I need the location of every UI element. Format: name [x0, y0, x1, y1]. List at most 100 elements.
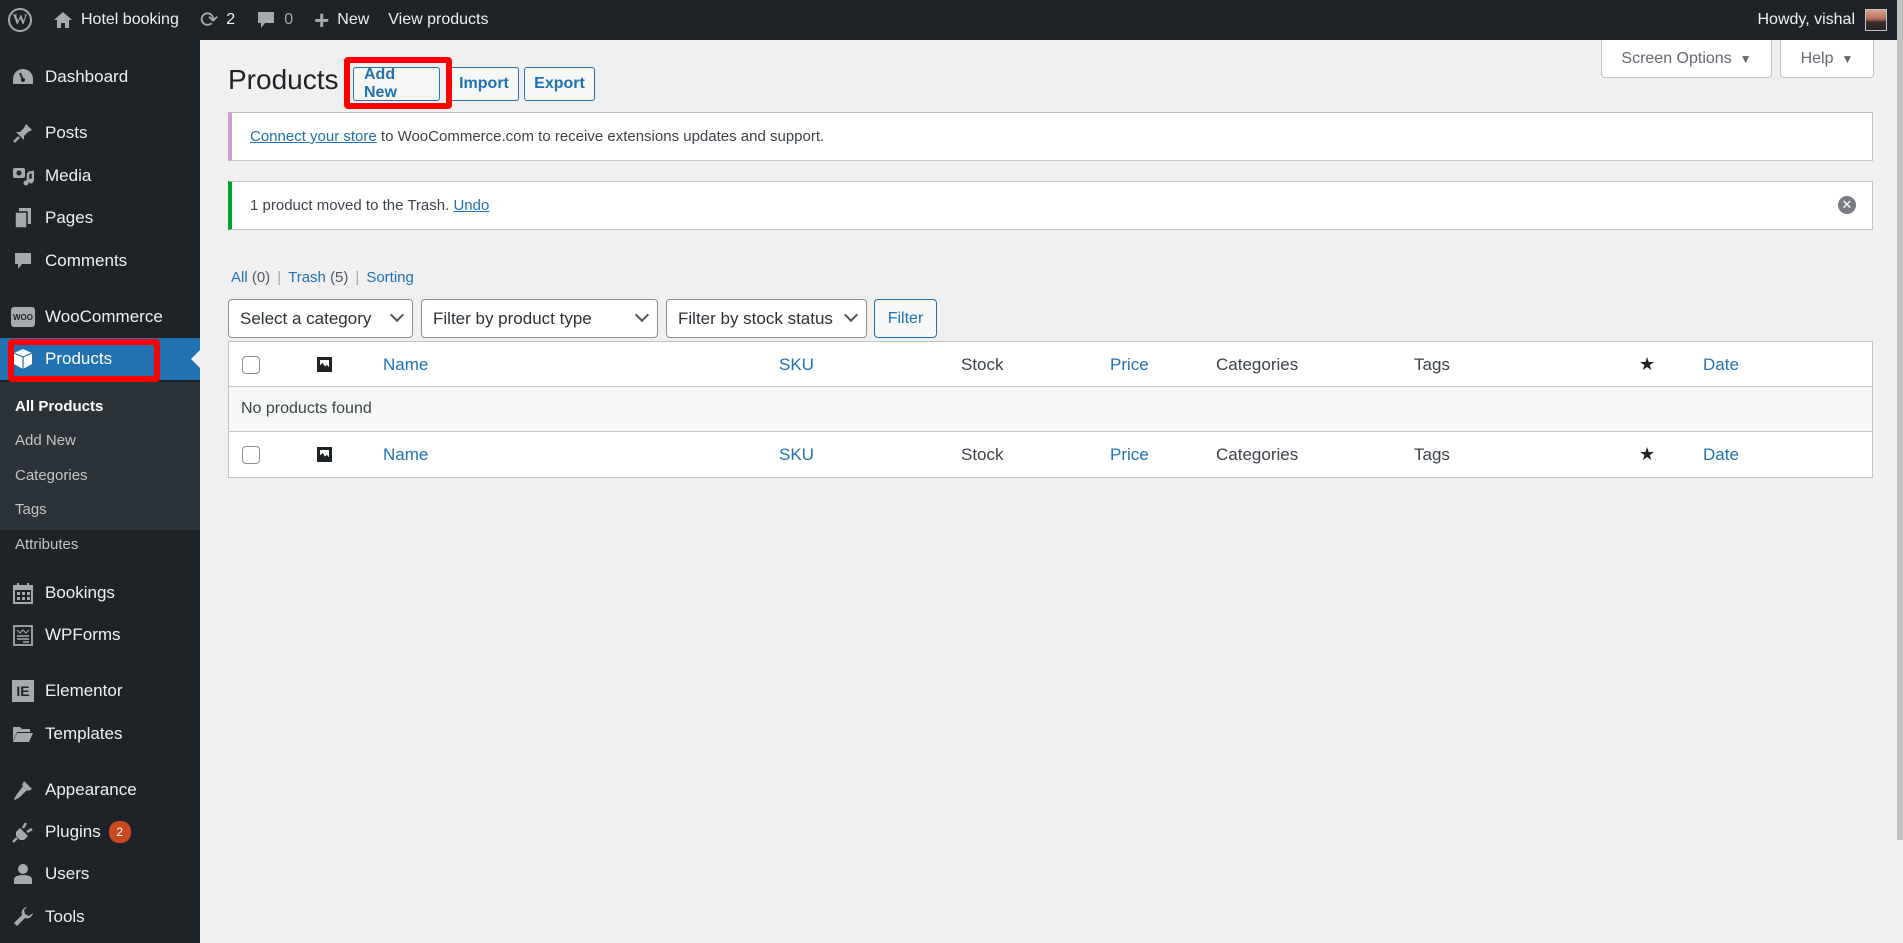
sidebar-label: Plugins [45, 822, 101, 841]
sidebar-item-wpforms[interactable]: WPForms [0, 614, 200, 656]
column-date[interactable]: Date [1703, 432, 1739, 477]
sidebar-label: Pages [45, 208, 94, 227]
site-name-link[interactable]: Hotel booking [41, 0, 188, 40]
view-all-link[interactable]: All (0) [231, 269, 270, 286]
comment-icon [256, 10, 276, 30]
no-products-message: No products found [241, 400, 372, 417]
sidebar-label: Tools [45, 907, 85, 926]
caret-down-icon: ▼ [1841, 51, 1854, 66]
elementor-icon: IE [11, 679, 35, 703]
dismiss-notice-icon[interactable]: ✕ [1838, 196, 1856, 214]
column-sku[interactable]: SKU [779, 432, 814, 477]
woo-icon: WOO [11, 305, 35, 329]
comment-icon [11, 249, 35, 273]
column-tags: Tags [1414, 444, 1450, 464]
import-button[interactable]: Import [449, 67, 519, 101]
dashboard-icon [11, 65, 35, 89]
screen-options-button[interactable]: Screen Options ▼ [1601, 40, 1772, 78]
plus-icon: + [314, 4, 330, 35]
user-icon [11, 862, 35, 886]
select-all-checkbox[interactable] [242, 355, 260, 374]
table-empty-row: No products found [229, 387, 1872, 432]
chevron-down-icon [843, 307, 859, 323]
chevron-down-icon [634, 307, 650, 323]
home-icon [53, 11, 73, 29]
category-select[interactable]: Select a category [228, 299, 413, 338]
submenu-tags[interactable]: Tags [15, 501, 47, 518]
product-type-select[interactable]: Filter by product type [421, 299, 658, 338]
my-account-link[interactable]: Howdy, vishal [1757, 0, 1887, 40]
wordpress-logo-icon: W [8, 8, 32, 32]
sidebar-label: Dashboard [45, 67, 129, 86]
sidebar-item-pages[interactable]: Pages [0, 197, 200, 239]
new-content-link[interactable]: + New [302, 0, 378, 40]
comments-count: 0 [284, 11, 294, 28]
view-products-link[interactable]: View products [378, 0, 497, 40]
column-stock: Stock [961, 354, 1004, 374]
sidebar-label: Users [45, 864, 90, 883]
add-new-button[interactable]: Add New [353, 66, 440, 101]
sidebar-item-plugins[interactable]: Plugins 2 [0, 811, 200, 853]
avatar [1865, 9, 1887, 31]
form-icon [11, 623, 35, 647]
sidebar-label: Media [45, 166, 92, 185]
column-name[interactable]: Name [383, 432, 428, 477]
column-sku[interactable]: SKU [779, 342, 814, 387]
product-type-select-value: Filter by product type [433, 308, 592, 328]
sidebar-item-dashboard[interactable]: Dashboard [0, 56, 200, 98]
pin-icon [11, 121, 35, 145]
brush-icon [11, 778, 35, 802]
featured-star-icon[interactable]: ★ [1639, 342, 1655, 387]
sidebar-item-users[interactable]: Users [0, 853, 200, 895]
undo-link[interactable]: Undo [453, 197, 489, 214]
sidebar-item-elementor[interactable]: IE Elementor [0, 670, 200, 712]
help-button[interactable]: Help ▼ [1780, 40, 1874, 78]
sidebar-item-woocommerce[interactable]: WOO WooCommerce [0, 296, 200, 338]
stock-status-select[interactable]: Filter by stock status [666, 299, 867, 338]
table-footer-row: Name SKU Stock Price Categories Tags ★ D… [229, 432, 1872, 477]
column-name[interactable]: Name [383, 342, 428, 387]
category-select-value: Select a category [240, 308, 372, 328]
sidebar-item-media[interactable]: Media [0, 155, 200, 197]
view-trash-link[interactable]: Trash (5) [288, 269, 348, 286]
connect-store-link[interactable]: Connect your store [250, 128, 377, 145]
featured-star-icon[interactable]: ★ [1639, 432, 1655, 477]
sidebar-label: Bookings [45, 583, 115, 602]
pages-icon [11, 206, 35, 230]
sidebar-label: Elementor [45, 681, 123, 700]
separator: | [355, 269, 360, 286]
select-all-checkbox[interactable] [242, 445, 260, 464]
filter-button[interactable]: Filter [874, 299, 937, 338]
sidebar-item-tools[interactable]: Tools [0, 896, 200, 938]
submenu-attributes[interactable]: Attributes [15, 536, 78, 553]
updates-icon: ⟳ [199, 7, 219, 32]
export-button[interactable]: Export [524, 67, 595, 101]
new-label: New [337, 11, 370, 28]
trash-notice-text: 1 product moved to the Trash. [250, 197, 454, 214]
submenu-categories[interactable]: Categories [15, 467, 88, 484]
sidebar-item-bookings[interactable]: Bookings [0, 572, 200, 614]
sidebar-label: WooCommerce [45, 307, 163, 326]
table-header-row: Name SKU Stock Price Categories Tags ★ D… [229, 342, 1872, 387]
submenu-add-new[interactable]: Add New [15, 432, 76, 449]
wp-logo-menu[interactable]: W [0, 0, 41, 40]
trash-notice: 1 product moved to the Trash. Undo ✕ [228, 181, 1873, 230]
submenu-all-products[interactable]: All Products [15, 398, 103, 415]
sidebar-item-templates[interactable]: Templates [0, 713, 200, 755]
column-price[interactable]: Price [1110, 432, 1149, 477]
sidebar-item-posts[interactable]: Posts [0, 112, 200, 154]
sidebar-item-appearance[interactable]: Appearance [0, 769, 200, 811]
products-submenu: All Products Add New Categories Tags Att… [0, 382, 200, 553]
sidebar-item-comments[interactable]: Comments [0, 240, 200, 282]
wrench-icon [11, 905, 35, 929]
sidebar-item-products[interactable]: Products [0, 338, 200, 380]
image-icon [317, 357, 332, 372]
column-date[interactable]: Date [1703, 342, 1739, 387]
column-categories: Categories [1216, 444, 1299, 464]
column-price[interactable]: Price [1110, 342, 1149, 387]
comments-link[interactable]: 0 [244, 0, 302, 40]
scrollbar[interactable] [1897, 0, 1903, 840]
view-sorting-link[interactable]: Sorting [366, 269, 414, 286]
updates-link[interactable]: ⟳ 2 [188, 0, 244, 40]
media-icon [11, 164, 35, 188]
